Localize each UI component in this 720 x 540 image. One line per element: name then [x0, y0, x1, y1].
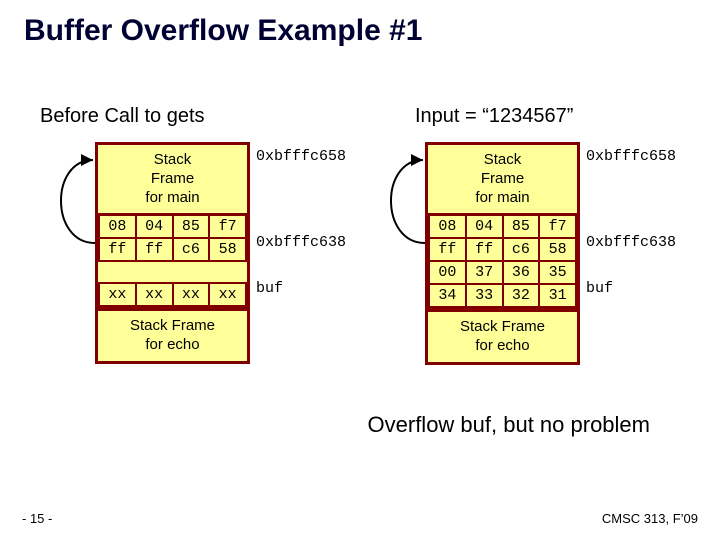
byte: 35	[538, 260, 577, 285]
byte: 37	[465, 260, 504, 285]
footer-left: - 15 -	[22, 511, 52, 526]
byte: ff	[98, 237, 137, 262]
byte: f7	[538, 214, 577, 239]
byte: ff	[428, 237, 467, 262]
byte: 08	[98, 214, 137, 239]
addr-left-top: 0xbfffc658	[256, 148, 346, 165]
conclusion: Overflow buf, but no problem	[368, 412, 650, 438]
byte: 85	[502, 214, 541, 239]
byte: 00	[428, 260, 467, 285]
byte: xx	[208, 282, 247, 307]
addr-right-top: 0xbfffc658	[586, 148, 676, 165]
byte: c6	[502, 237, 541, 262]
byte: ff	[135, 237, 174, 262]
footer-right: CMSC 313, F’09	[602, 511, 698, 526]
frame-echo-right-text: Stack Framefor echo	[460, 318, 545, 354]
byte: xx	[98, 282, 137, 307]
back-pointer-arrow-left	[61, 160, 95, 243]
byte: 85	[172, 214, 211, 239]
buf-right: buf	[586, 280, 613, 297]
byte: 08	[428, 214, 467, 239]
frame-main-left: StackFramefor main	[95, 142, 250, 216]
right-row4: 34 33 32 31	[428, 285, 577, 308]
slide-title: Buffer Overflow Example #1	[24, 14, 422, 48]
back-pointer-arrow-right	[391, 160, 425, 243]
before-header-text: Before Call to gets	[40, 105, 205, 127]
byte: 58	[208, 237, 247, 262]
left-row3: xx xx xx xx	[98, 284, 247, 307]
byte: ff	[465, 237, 504, 262]
byte: 34	[428, 283, 467, 308]
byte: f7	[208, 214, 247, 239]
frame-echo-left: Stack Framefor echo	[95, 308, 250, 364]
frame-main-right: StackFramefor main	[425, 142, 580, 216]
right-row2: ff ff c6 58	[428, 239, 577, 262]
stack-left: StackFramefor main 08 04 85 f7 ff ff c6 …	[95, 142, 250, 364]
input-header-text: Input = “1234567”	[415, 105, 573, 127]
byte: 04	[135, 214, 174, 239]
frame-main-right-text: StackFramefor main	[475, 151, 529, 206]
frame-echo-left-text: Stack Framefor echo	[130, 317, 215, 353]
left-row2: ff ff c6 58	[98, 239, 247, 262]
right-row1: 08 04 85 f7	[428, 216, 577, 239]
byte: 04	[465, 214, 504, 239]
frame-echo-right: Stack Framefor echo	[425, 309, 580, 365]
byte: 58	[538, 237, 577, 262]
byte: c6	[172, 237, 211, 262]
left-row1: 08 04 85 f7	[98, 216, 247, 239]
addr-left-row2: 0xbfffc638	[256, 234, 346, 251]
byte: xx	[172, 282, 211, 307]
before-header: Before Call to gets	[40, 105, 205, 128]
frame-main-left-text: StackFramefor main	[145, 151, 199, 206]
byte: 36	[502, 260, 541, 285]
byte: xx	[135, 282, 174, 307]
buf-left: buf	[256, 280, 283, 297]
right-row3: 00 37 36 35	[428, 262, 577, 285]
addr-right-row2: 0xbfffc638	[586, 234, 676, 251]
byte: 32	[502, 283, 541, 308]
stack-right: StackFramefor main 08 04 85 f7 ff ff c6 …	[425, 142, 580, 365]
byte: 31	[538, 283, 577, 308]
input-header: Input = “1234567”	[415, 105, 573, 128]
byte: 33	[465, 283, 504, 308]
